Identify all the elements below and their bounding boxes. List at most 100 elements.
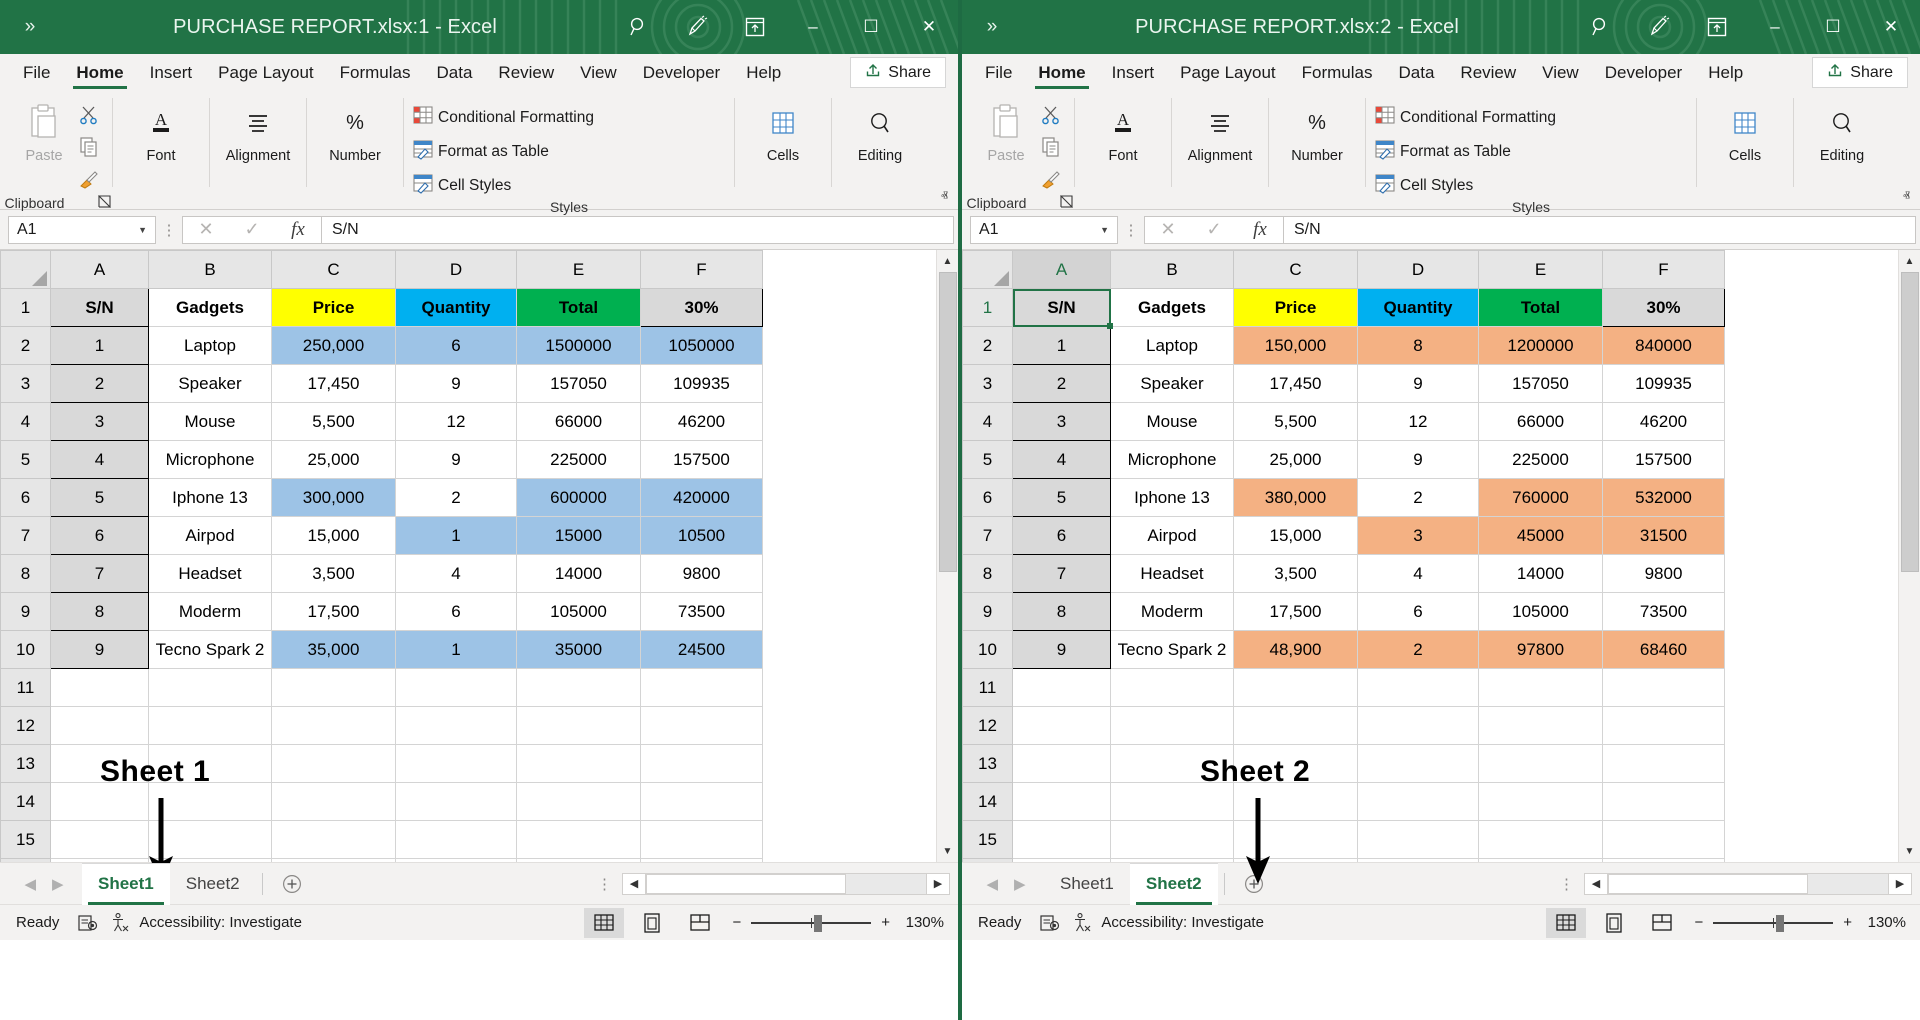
vertical-scrollbar[interactable]: ▲▼ (1898, 250, 1920, 862)
h-scroll-thumb[interactable] (1608, 874, 1808, 894)
ribbon-tab-page-layout[interactable]: Page Layout (205, 54, 326, 92)
cell-F14[interactable] (641, 783, 763, 821)
cell-C8[interactable]: 3,500 (272, 555, 396, 593)
cell-D2[interactable]: 8 (1358, 327, 1479, 365)
scroll-up-button[interactable]: ▲ (1899, 250, 1920, 272)
row-header-3[interactable]: 3 (963, 365, 1013, 403)
cell-A12[interactable] (51, 707, 149, 745)
cell-B4[interactable]: Mouse (149, 403, 272, 441)
pen-icon[interactable] (1630, 0, 1688, 54)
cell-C5[interactable]: 25,000 (272, 441, 396, 479)
column-header-D[interactable]: D (396, 251, 517, 289)
row-header-3[interactable]: 3 (1, 365, 51, 403)
cell-E2[interactable]: 1200000 (1479, 327, 1603, 365)
dialog-launcher-icon[interactable] (98, 195, 111, 211)
row-header-2[interactable]: 2 (963, 327, 1013, 365)
cell-F11[interactable] (641, 669, 763, 707)
cell-A8[interactable]: 7 (1013, 555, 1111, 593)
previous-sheet-button[interactable]: ◀ (24, 875, 36, 893)
search-icon[interactable] (1572, 0, 1630, 54)
cell-C9[interactable]: 17,500 (1234, 593, 1358, 631)
cell-E8[interactable]: 14000 (517, 555, 641, 593)
sheet-tab-sheet1[interactable]: Sheet1 (1044, 863, 1130, 905)
cell-D2[interactable]: 6 (396, 327, 517, 365)
font-button[interactable]: AFontⱟ (129, 101, 193, 174)
cell-E10[interactable]: 35000 (517, 631, 641, 669)
cell-E8[interactable]: 14000 (1479, 555, 1603, 593)
cell-A6[interactable]: 5 (51, 479, 149, 517)
cell-F16[interactable] (1603, 859, 1725, 863)
formula-input[interactable]: S/Nⱟ (322, 216, 954, 244)
cell-D5[interactable]: 9 (396, 441, 517, 479)
scroll-right-button[interactable]: ▶ (1888, 873, 1912, 895)
row-header-14[interactable]: 14 (1, 783, 51, 821)
column-header-F[interactable]: F (641, 251, 763, 289)
cell-D16[interactable] (1358, 859, 1479, 863)
format-painter-button[interactable] (1040, 168, 1066, 195)
row-header-15[interactable]: 15 (1, 821, 51, 859)
header-cell-C1[interactable]: Price (1234, 289, 1358, 327)
cell-C13[interactable] (272, 745, 396, 783)
cell-D15[interactable] (396, 821, 517, 859)
cell-E5[interactable]: 225000 (1479, 441, 1603, 479)
row-header-11[interactable]: 11 (963, 669, 1013, 707)
next-sheet-button[interactable]: ▶ (52, 875, 64, 893)
column-header-C[interactable]: C (1234, 251, 1358, 289)
copy-button[interactable]: ⱟ (1040, 136, 1066, 163)
cell-F5[interactable]: 157500 (641, 441, 763, 479)
cell-F14[interactable] (1603, 783, 1725, 821)
cell-B6[interactable]: Iphone 13 (149, 479, 272, 517)
cancel-icon[interactable]: ✕ (183, 219, 229, 240)
cell-B5[interactable]: Microphone (1111, 441, 1234, 479)
cell-D3[interactable]: 9 (1358, 365, 1479, 403)
cell-E13[interactable] (517, 745, 641, 783)
cell-E11[interactable] (517, 669, 641, 707)
scroll-down-button[interactable]: ▼ (937, 840, 959, 862)
cell-A6[interactable]: 5 (1013, 479, 1111, 517)
cell-B9[interactable]: Moderm (149, 593, 272, 631)
column-header-E[interactable]: E (517, 251, 641, 289)
normal-view-button[interactable] (584, 908, 624, 938)
ribbon-tab-formulas[interactable]: Formulas (1289, 54, 1386, 92)
cut-button[interactable] (1040, 104, 1066, 131)
ribbon-tab-help[interactable]: Help (1695, 54, 1756, 92)
macro-record-button[interactable] (1021, 912, 1061, 934)
cell-B7[interactable]: Airpod (149, 517, 272, 555)
cell-B3[interactable]: Speaker (149, 365, 272, 403)
cell-B5[interactable]: Microphone (149, 441, 272, 479)
cell-A10[interactable]: 9 (51, 631, 149, 669)
row-header-1[interactable]: 1 (963, 289, 1013, 327)
cell-B11[interactable] (149, 669, 272, 707)
cut-button[interactable] (78, 104, 104, 131)
cell-E16[interactable] (1479, 859, 1603, 863)
ribbon-tab-data[interactable]: Data (1386, 54, 1448, 92)
confirm-icon[interactable]: ✓ (229, 219, 275, 240)
header-cell-E1[interactable]: Total (517, 289, 641, 327)
scroll-up-button[interactable]: ▲ (937, 250, 959, 272)
paste-button[interactable]: Pasteⱟ (974, 101, 1038, 174)
ribbon-tab-file[interactable]: File (10, 54, 63, 92)
quick-access-chevrons[interactable]: » (0, 16, 60, 38)
share-button[interactable]: Share (1812, 57, 1908, 88)
format-as-table-button[interactable]: Format as Tableⱟ (1374, 138, 1560, 165)
grid-viewport[interactable]: ABCDEF1S/NGadgetsPriceQuantityTotal30%21… (962, 250, 1898, 862)
column-header-B[interactable]: B (149, 251, 272, 289)
collapse-ribbon-button[interactable]: ⱏ (941, 188, 948, 205)
cell-F2[interactable]: 1050000 (641, 327, 763, 365)
cell-C6[interactable]: 380,000 (1234, 479, 1358, 517)
cell-F5[interactable]: 157500 (1603, 441, 1725, 479)
cell-D4[interactable]: 12 (1358, 403, 1479, 441)
cell-A4[interactable]: 3 (51, 403, 149, 441)
scroll-left-button[interactable]: ◀ (622, 873, 646, 895)
scroll-right-button[interactable]: ▶ (926, 873, 950, 895)
column-header-B[interactable]: B (1111, 251, 1234, 289)
row-header-7[interactable]: 7 (1, 517, 51, 555)
cell-B16[interactable] (1111, 859, 1234, 863)
column-header-D[interactable]: D (1358, 251, 1479, 289)
zoom-slider[interactable] (1713, 922, 1833, 924)
scroll-down-button[interactable]: ▼ (1899, 840, 1920, 862)
cell-E14[interactable] (517, 783, 641, 821)
row-header-4[interactable]: 4 (1, 403, 51, 441)
cell-B12[interactable] (1111, 707, 1234, 745)
cell-B11[interactable] (1111, 669, 1234, 707)
